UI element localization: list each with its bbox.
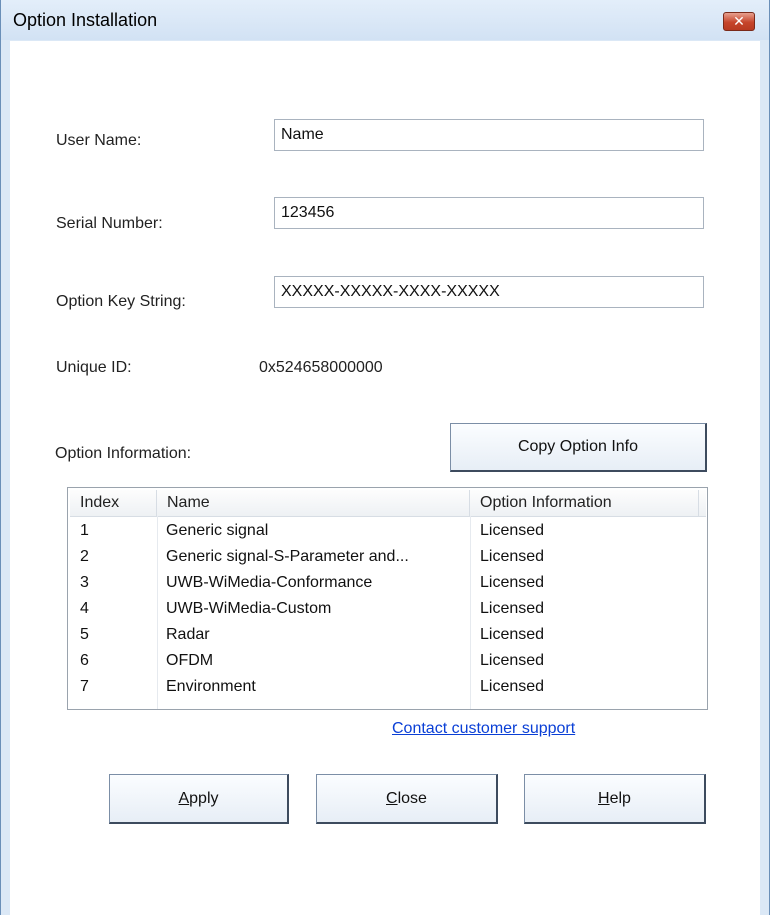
cell-index: 5 — [80, 626, 89, 643]
cell-option-information: Licensed — [480, 574, 545, 591]
table-header: Index Name Option Information — [70, 490, 706, 517]
cell-name: OFDM — [166, 652, 214, 669]
cell-name: UWB-WiMedia-Conformance — [166, 574, 373, 591]
option-table: Index Name Option Information 1 Generic … — [67, 487, 708, 710]
table-row[interactable]: 3 UWB-WiMedia-Conformance Licensed — [70, 570, 706, 596]
option-installation-dialog: Option Installation ✕ User Name: Serial … — [0, 0, 770, 915]
cell-index: 2 — [80, 548, 89, 565]
option-key-field[interactable] — [274, 276, 704, 308]
copy-option-info-button[interactable]: Copy Option Info — [450, 423, 707, 472]
apply-button[interactable]: Apply — [109, 774, 289, 824]
table-row[interactable]: 5 Radar Licensed — [70, 622, 706, 648]
table-row[interactable]: 2 Generic signal-S-Parameter and... Lice… — [70, 544, 706, 570]
cell-option-information: Licensed — [480, 522, 545, 539]
cell-option-information: Licensed — [480, 600, 545, 617]
cell-name: Generic signal — [166, 522, 269, 539]
cell-name: UWB-WiMedia-Custom — [166, 600, 332, 617]
title-bar: Option Installation ✕ — [1, 0, 769, 40]
user-name-field[interactable] — [274, 119, 704, 151]
cell-index: 7 — [80, 678, 89, 695]
table-body: 1 Generic signal Licensed 2 Generic sign… — [70, 518, 706, 700]
table-row[interactable]: 6 OFDM Licensed — [70, 648, 706, 674]
dialog-content: User Name: Serial Number: Option Key Str… — [10, 41, 760, 915]
column-header-option-information[interactable]: Option Information — [470, 490, 699, 516]
table-row[interactable]: 1 Generic signal Licensed — [70, 518, 706, 544]
column-header-index[interactable]: Index — [70, 490, 157, 516]
cell-option-information: Licensed — [480, 678, 545, 695]
serial-number-label: Serial Number: — [56, 215, 163, 232]
cell-option-information: Licensed — [480, 548, 545, 565]
close-window-button[interactable]: ✕ — [723, 12, 755, 31]
contact-support-link[interactable]: Contact customer support — [392, 720, 575, 738]
cell-index: 1 — [80, 522, 89, 539]
help-mnemonic: H — [598, 789, 610, 807]
cell-name: Radar — [166, 626, 210, 643]
user-name-label: User Name: — [56, 132, 142, 149]
table-row[interactable]: 7 Environment Licensed — [70, 674, 706, 700]
cell-option-information: Licensed — [480, 626, 545, 643]
apply-label-rest: pply — [189, 789, 219, 807]
cell-name: Environment — [166, 678, 256, 695]
close-mnemonic: C — [386, 789, 398, 807]
close-icon: ✕ — [733, 13, 745, 29]
cell-index: 4 — [80, 600, 89, 617]
option-information-label: Option Information: — [55, 445, 192, 462]
apply-mnemonic: A — [178, 789, 190, 807]
serial-number-field[interactable] — [274, 197, 704, 229]
close-label-rest: lose — [397, 789, 427, 807]
help-label-rest: elp — [609, 789, 631, 807]
table-row[interactable]: 4 UWB-WiMedia-Custom Licensed — [70, 596, 706, 622]
cell-option-information: Licensed — [480, 652, 545, 669]
option-key-label: Option Key String: — [56, 293, 186, 310]
unique-id-value: 0x524658000000 — [259, 359, 383, 376]
column-header-name[interactable]: Name — [157, 490, 470, 516]
help-button[interactable]: Help — [524, 774, 706, 824]
window-title: Option Installation — [13, 10, 158, 30]
cell-index: 6 — [80, 652, 89, 669]
unique-id-label: Unique ID: — [56, 359, 132, 376]
cell-index: 3 — [80, 574, 89, 591]
close-button[interactable]: Close — [316, 774, 498, 824]
cell-name: Generic signal-S-Parameter and... — [166, 548, 409, 565]
